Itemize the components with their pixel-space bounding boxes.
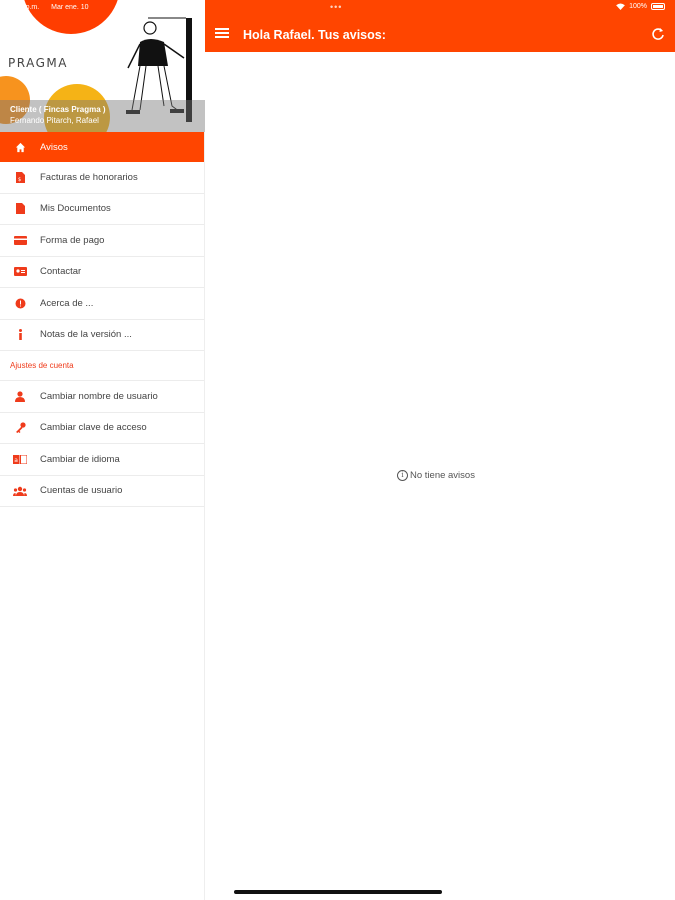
battery-icon (651, 3, 665, 10)
sidebar-item-label: Notas de la versión ... (40, 329, 132, 341)
multitasking-dots[interactable]: ••• (330, 2, 342, 12)
battery-percentage: 100% (629, 3, 647, 10)
sidebar-item-cambiar-usuario[interactable]: Cambiar nombre de usuario (0, 381, 204, 413)
key-icon (0, 422, 40, 434)
svg-text:a: a (14, 457, 18, 464)
client-name: Cliente ( Fincas Pragma ) (10, 105, 106, 114)
sidebar-item-label: Avisos (40, 141, 68, 153)
sidebar-item-cambiar-idioma[interactable]: a Cambiar de idioma (0, 444, 204, 476)
info-circle-icon: i (397, 470, 408, 481)
home-indicator[interactable] (234, 890, 442, 894)
empty-message: No tiene avisos (410, 470, 475, 481)
status-bar: 3:56 p.m. Mar ene. 10 ••• 100% (0, 0, 675, 16)
sidebar-item-notas-version[interactable]: Notas de la versión ... (0, 320, 204, 351)
sidebar-item-label: Cambiar nombre de usuario (40, 390, 158, 402)
page-title: Hola Rafael. Tus avisos: (243, 28, 386, 42)
document-icon (0, 203, 40, 215)
sidebar-item-contactar[interactable]: Contactar (0, 257, 204, 288)
status-time: 3:56 p.m. (10, 4, 40, 11)
sidebar-item-label: Mis Documentos (40, 203, 111, 215)
sidebar-item-label: Cuentas de usuario (40, 485, 123, 497)
person-icon (0, 391, 40, 402)
sidebar-item-label: Cambiar clave de acceso (40, 422, 147, 434)
circle-icon (0, 298, 40, 309)
sidebar-item-label: Contactar (40, 266, 82, 278)
language-icon: a (0, 454, 40, 464)
sidebar-item-label: Cambiar de idioma (40, 453, 120, 465)
account-info: Cliente ( Fincas Pragma ) Fernando Pitar… (0, 100, 205, 132)
status-date: Mar ene. 10 (51, 4, 89, 11)
sidebar-item-facturas[interactable]: $ Facturas de honorarios (0, 162, 204, 194)
wifi-icon (616, 3, 625, 10)
drawer-header: PRAGMA Cliente ( Fincas Pragma ) Fernand… (0, 0, 205, 132)
contact-card-icon (0, 267, 40, 277)
sidebar-item-label: Forma de pago (40, 234, 105, 246)
home-icon (0, 142, 40, 153)
user-name: Fernando Pitarch, Rafael (10, 116, 99, 125)
account-settings-heading: Ajustes de cuenta (0, 351, 204, 381)
sidebar-item-avisos[interactable]: Avisos (0, 132, 204, 162)
brand-logo: PRAGMA (8, 56, 68, 70)
hamburger-menu-icon[interactable] (215, 28, 229, 38)
navigation-drawer: PRAGMA Cliente ( Fincas Pragma ) Fernand… (0, 0, 205, 900)
info-icon (0, 329, 40, 341)
empty-state: i No tiene avisos (397, 470, 475, 481)
users-icon (0, 486, 40, 496)
sidebar-item-cambiar-clave[interactable]: Cambiar clave de acceso (0, 413, 204, 444)
invoice-icon: $ (0, 171, 40, 183)
sidebar-item-acerca-de[interactable]: Acerca de ... (0, 288, 204, 320)
sidebar-item-forma-de-pago[interactable]: Forma de pago (0, 225, 204, 257)
credit-card-icon (0, 235, 40, 245)
sidebar-item-documentos[interactable]: Mis Documentos (0, 194, 204, 225)
svg-text:$: $ (18, 177, 21, 183)
sidebar-item-cuentas-usuario[interactable]: Cuentas de usuario (0, 476, 204, 507)
sidebar-item-label: Acerca de ... (40, 297, 94, 309)
sidebar-item-label: Facturas de honorarios (40, 171, 138, 183)
refresh-icon[interactable] (651, 27, 665, 41)
